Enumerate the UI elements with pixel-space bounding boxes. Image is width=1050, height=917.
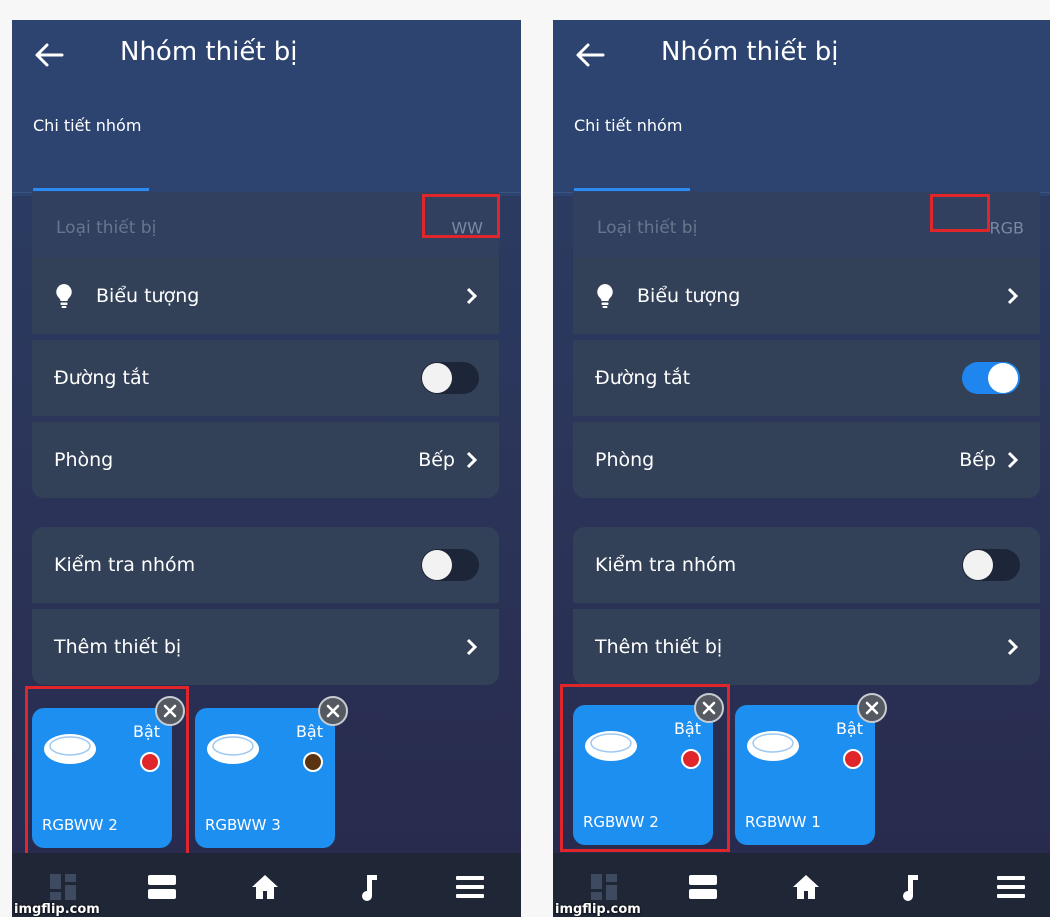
room-value: Bếp (418, 449, 455, 471)
header: Nhóm thiết bị Chi tiết nhóm (553, 20, 1050, 196)
highlight-box (930, 194, 990, 232)
screen-left: Nhóm thiết bị Chi tiết nhóm Loại thiết b… (12, 20, 521, 917)
device-card[interactable]: Bật RGBWW 3 (195, 708, 335, 848)
page-title: Nhóm thiết bị (661, 37, 839, 67)
toggle-knob (988, 363, 1018, 393)
highlight-box (422, 194, 500, 238)
music-icon[interactable] (352, 870, 386, 904)
menu-icon[interactable] (453, 870, 487, 904)
chevron-right-icon (1007, 451, 1018, 469)
watermark: imgflip.com (14, 902, 100, 917)
status-dot (843, 749, 863, 769)
room-value: Bếp (959, 449, 996, 471)
device-type-label: Loại thiết bị (597, 218, 698, 238)
watermark: imgflip.com (555, 902, 641, 917)
bottom-nav: imgflip.com (553, 853, 1050, 917)
test-group-toggle[interactable] (421, 549, 479, 581)
bulb-icon (56, 284, 72, 308)
shortcut-toggle[interactable] (421, 362, 479, 394)
back-arrow-icon[interactable] (575, 42, 605, 68)
shortcut-label: Đường tắt (595, 367, 691, 389)
dashboard-icon[interactable] (46, 870, 80, 904)
icon-label: Biểu tượng (637, 285, 741, 307)
shortcut-row: Đường tắt (573, 340, 1040, 416)
list-icon[interactable] (686, 870, 720, 904)
shortcut-label: Đường tắt (54, 367, 150, 389)
tab-underline (574, 188, 690, 191)
room-label: Phòng (54, 449, 114, 471)
test-group-label: Kiểm tra nhóm (54, 554, 196, 576)
device-type-value: RGB (989, 218, 1025, 238)
close-icon (865, 701, 879, 715)
screen-right: Nhóm thiết bị Chi tiết nhóm Loại thiết b… (553, 20, 1050, 917)
chevron-right-icon (1007, 638, 1018, 656)
bottom-nav: imgflip.com (12, 853, 521, 917)
chevron-right-icon (466, 287, 477, 305)
home-icon[interactable] (248, 870, 282, 904)
ceiling-light-icon (207, 734, 259, 764)
close-icon (326, 704, 340, 718)
test-group-row: Kiểm tra nhóm (32, 527, 499, 603)
list-icon[interactable] (145, 870, 179, 904)
toggle-knob (422, 550, 452, 580)
shortcut-row: Đường tắt (32, 340, 499, 416)
remove-device-button[interactable] (857, 693, 887, 723)
room-label: Phòng (595, 449, 655, 471)
toggle-knob (422, 363, 452, 393)
device-name: RGBWW 3 (205, 816, 281, 834)
menu-icon[interactable] (994, 870, 1028, 904)
add-device-row[interactable]: Thêm thiết bị (32, 609, 499, 685)
home-icon[interactable] (789, 870, 823, 904)
shortcut-toggle[interactable] (962, 362, 1020, 394)
add-device-label: Thêm thiết bị (595, 636, 723, 658)
room-row[interactable]: Phòng Bếp (32, 422, 499, 498)
tab-underline (33, 188, 149, 191)
ceiling-light-icon (747, 731, 799, 761)
device-card[interactable]: Bật RGBWW 1 (735, 705, 875, 845)
tab-group-details[interactable]: Chi tiết nhóm (33, 116, 141, 135)
device-name: RGBWW 1 (745, 813, 821, 831)
page-title: Nhóm thiết bị (120, 37, 298, 67)
device-state: Bật (295, 722, 323, 741)
test-group-row: Kiểm tra nhóm (573, 527, 1040, 603)
device-type-label: Loại thiết bị (56, 218, 157, 238)
tab-group-details[interactable]: Chi tiết nhóm (574, 116, 682, 135)
highlight-box (25, 686, 189, 856)
back-arrow-icon[interactable] (34, 42, 64, 68)
add-device-label: Thêm thiết bị (54, 636, 182, 658)
test-group-label: Kiểm tra nhóm (595, 554, 737, 576)
chevron-right-icon (466, 451, 477, 469)
room-row[interactable]: Phòng Bếp (573, 422, 1040, 498)
music-icon[interactable] (893, 870, 927, 904)
test-group-toggle[interactable] (962, 549, 1020, 581)
header: Nhóm thiết bị Chi tiết nhóm (12, 20, 521, 196)
highlight-box (560, 684, 730, 852)
add-device-row[interactable]: Thêm thiết bị (573, 609, 1040, 685)
toggle-knob (963, 550, 993, 580)
device-state: Bật (835, 719, 863, 738)
icon-row[interactable]: Biểu tượng (32, 258, 499, 334)
remove-device-button[interactable] (318, 696, 348, 726)
chevron-right-icon (466, 638, 477, 656)
icon-row[interactable]: Biểu tượng (573, 258, 1040, 334)
dashboard-icon[interactable] (587, 870, 621, 904)
status-dot (303, 752, 323, 772)
bulb-icon (597, 284, 613, 308)
chevron-right-icon (1007, 287, 1018, 305)
icon-label: Biểu tượng (96, 285, 200, 307)
